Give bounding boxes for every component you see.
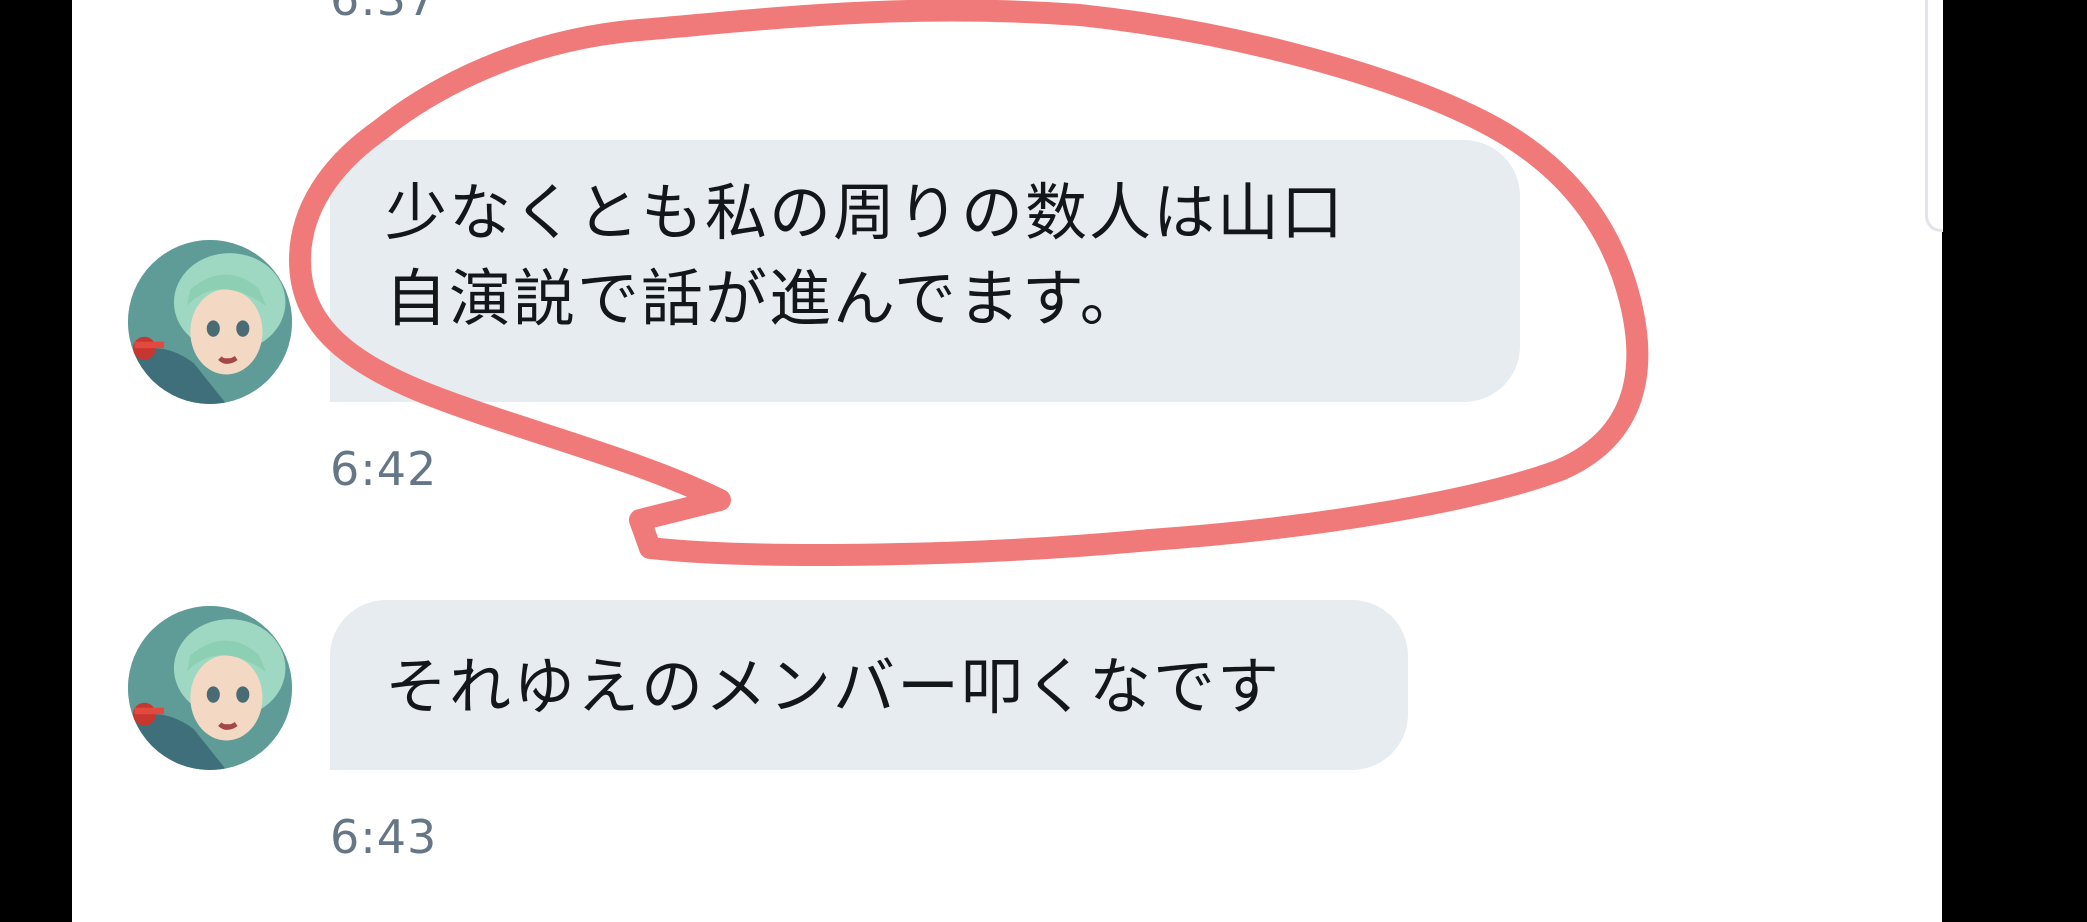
avatar-icon[interactable] <box>128 606 292 770</box>
message-bubble[interactable]: 少なくとも私の周りの数人は山口 自演説で話が進んでます。 <box>330 140 1520 402</box>
avatar-icon[interactable] <box>128 240 292 404</box>
message-timestamp: 6:42 <box>330 442 438 496</box>
message-text-line: それゆえのメンバー叩くなです <box>385 650 1282 723</box>
message-timestamp: 6:43 <box>330 810 438 864</box>
screenshot: 6:37 少なくとも私の周りの数人は山口 自演説で話が進んでます。 6:42 <box>0 0 2087 922</box>
message-text-line: 自演説で話が進んでます。 <box>385 262 1144 335</box>
avatar-image <box>128 240 292 404</box>
message-bubble[interactable]: それゆえのメンバー叩くなです <box>330 600 1408 770</box>
message-timestamp-prev: 6:37 <box>330 0 437 22</box>
avatar-image <box>128 606 292 770</box>
message-text-line: 少なくとも私の周りの数人は山口 <box>385 176 1346 249</box>
scrollbar[interactable] <box>1925 0 1943 232</box>
